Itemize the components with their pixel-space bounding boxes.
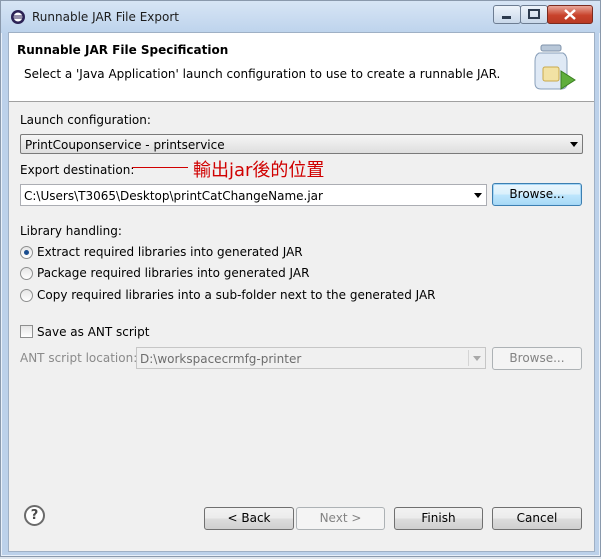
close-button[interactable] — [547, 5, 593, 24]
chevron-down-icon — [570, 142, 578, 147]
launch-configuration-label: Launch configuration: — [20, 113, 151, 127]
jar-export-icon — [534, 44, 576, 90]
export-destination-value: C:\Users\T3065\Desktop\printCatChangeNam… — [24, 189, 323, 203]
eclipse-app-icon — [11, 10, 25, 24]
radio-extract-libraries[interactable] — [20, 246, 33, 259]
chevron-down-icon — [473, 356, 481, 361]
library-handling-label: Library handling: — [20, 224, 122, 238]
next-button: Next > — [296, 507, 385, 530]
close-icon — [564, 9, 576, 20]
radio-package-libraries-label[interactable]: Package required libraries into generate… — [37, 266, 309, 280]
back-button[interactable]: < Back — [204, 507, 294, 530]
maximize-button[interactable] — [520, 5, 548, 24]
page-description: Select a 'Java Application' launch confi… — [24, 67, 501, 81]
radio-copy-libraries[interactable] — [20, 289, 33, 302]
title-bar[interactable]: Runnable JAR File Export — [1, 1, 600, 33]
annotation-line — [132, 167, 188, 168]
page-title: Runnable JAR File Specification — [17, 43, 229, 57]
export-destination-label: Export destination: — [20, 163, 135, 177]
window-title: Runnable JAR File Export — [32, 10, 179, 24]
ant-browse-button: Browse... — [492, 347, 582, 370]
ant-script-location-input: D:\workspacecrmfg-printer — [136, 347, 486, 369]
minimize-button[interactable] — [493, 5, 521, 24]
radio-extract-libraries-label[interactable]: Extract required libraries into generate… — [37, 245, 303, 259]
radio-package-libraries[interactable] — [20, 267, 33, 280]
minimize-icon — [502, 16, 511, 19]
maximize-icon — [528, 9, 540, 19]
finish-button[interactable]: Finish — [394, 507, 483, 530]
save-ant-script-checkbox[interactable] — [20, 325, 33, 338]
export-destination-input[interactable]: C:\Users\T3065\Desktop\printCatChangeNam… — [20, 184, 487, 206]
wizard-header: Runnable JAR File Specification Select a… — [9, 33, 594, 102]
radio-copy-libraries-label[interactable]: Copy required libraries into a sub-folde… — [37, 288, 436, 302]
save-ant-script-label[interactable]: Save as ANT script — [37, 325, 149, 339]
launch-configuration-combo[interactable]: PrintCouponservice - printservice — [20, 134, 583, 154]
ant-script-location-label: ANT script location: — [20, 351, 138, 365]
launch-configuration-value: PrintCouponservice - printservice — [25, 138, 225, 152]
chevron-down-icon — [474, 193, 482, 198]
export-browse-button[interactable]: Browse... — [492, 183, 582, 206]
combo-divider — [468, 350, 469, 366]
help-icon[interactable]: ? — [24, 505, 45, 526]
dialog-content: Runnable JAR File Specification Select a… — [8, 32, 595, 552]
cancel-button[interactable]: Cancel — [492, 507, 582, 530]
export-dialog-window: Runnable JAR File Export Runnable JAR Fi… — [0, 0, 601, 557]
annotation-text: 輸出jar後的位置 — [193, 160, 325, 181]
ant-script-location-value: D:\workspacecrmfg-printer — [140, 352, 302, 366]
